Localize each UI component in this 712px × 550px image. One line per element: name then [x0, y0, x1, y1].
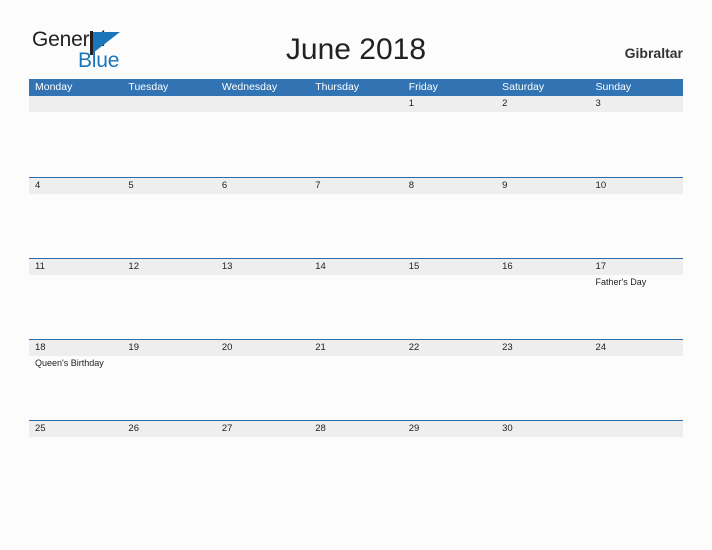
day-cell[interactable]	[29, 96, 122, 177]
day-cell[interactable]: 16	[496, 259, 589, 339]
day-number: 27	[221, 423, 233, 434]
weekday-tuesday: Tuesday	[128, 81, 169, 93]
day-cell[interactable]: 8	[403, 178, 496, 258]
day-cell[interactable]: 13	[216, 259, 309, 339]
day-number: 19	[128, 342, 139, 353]
day-number: 24	[595, 342, 607, 353]
day-number: 29	[408, 423, 420, 434]
day-event: Queen's Birthday	[35, 358, 104, 368]
day-number: 12	[128, 261, 139, 272]
weekday-monday: Monday	[35, 81, 73, 93]
day-cell[interactable]: 1	[403, 96, 496, 177]
day-number: 8	[408, 180, 414, 191]
day-number	[128, 96, 215, 112]
day-cell[interactable]: 2	[496, 96, 589, 177]
calendar-page: General Blue June 2018 Gibraltar Monday …	[0, 0, 712, 550]
day-cell[interactable]: 30	[496, 421, 589, 501]
day-cell[interactable]: 22	[403, 340, 496, 420]
weekday-sunday: Sunday	[595, 81, 632, 93]
day-number	[222, 96, 309, 112]
day-number: 1	[408, 98, 414, 109]
page-header: General Blue June 2018 Gibraltar	[0, 0, 712, 76]
day-cell[interactable]: 9	[496, 178, 589, 258]
day-cell[interactable]: 28	[309, 421, 402, 501]
day-event: Father's Day	[595, 277, 647, 287]
day-number: 28	[315, 423, 326, 434]
day-number: 17	[595, 261, 607, 272]
day-number: 21	[315, 342, 326, 353]
day-number	[596, 421, 683, 437]
day-cell[interactable]	[590, 421, 683, 501]
day-number	[315, 96, 402, 112]
day-number: 5	[128, 180, 134, 191]
day-cell[interactable]: 10	[590, 178, 683, 258]
day-number: 25	[35, 423, 46, 434]
weekday-header-row: Monday Tuesday Wednesday Thursday Friday…	[29, 79, 683, 96]
day-number: 2	[502, 98, 508, 109]
day-number: 16	[502, 261, 513, 272]
day-cell[interactable]: 11	[29, 259, 122, 339]
day-cell[interactable]: 18 Queen's Birthday	[29, 340, 122, 420]
weekday-thursday: Thursday	[315, 81, 360, 93]
day-cell[interactable]	[122, 96, 215, 177]
day-number	[35, 96, 122, 112]
day-number: 30	[502, 423, 513, 434]
week-row: 25 26 27 28 29 30	[29, 420, 683, 501]
week-row: 4 5 6 7 8 9 10	[29, 177, 683, 258]
day-number: 22	[408, 342, 420, 353]
day-cell[interactable]: 7	[309, 178, 402, 258]
day-number: 3	[595, 98, 601, 109]
day-number: 6	[221, 180, 228, 191]
day-number: 20	[221, 342, 233, 353]
day-cell[interactable]: 21	[309, 340, 402, 420]
day-number: 4	[35, 180, 41, 191]
week-row: 18 Queen's Birthday 19 20 21 22 23 24	[29, 339, 683, 420]
week-row: 1 2 3	[29, 96, 683, 177]
day-cell[interactable]: 3	[590, 96, 683, 177]
day-number: 11	[35, 261, 45, 272]
week-row: 11 12 13 14 15 16 17 Father's Day	[29, 258, 683, 339]
day-cell[interactable]: 14	[309, 259, 402, 339]
day-cell[interactable]: 26	[122, 421, 215, 501]
day-number: 13	[221, 261, 233, 272]
day-number: 10	[595, 180, 607, 191]
page-title: June 2018	[285, 33, 427, 66]
day-cell[interactable]: 19	[122, 340, 215, 420]
day-number: 26	[128, 423, 139, 434]
day-cell[interactable]: 25	[29, 421, 122, 501]
day-cell[interactable]: 27	[216, 421, 309, 501]
day-number: 7	[315, 180, 321, 191]
day-cell[interactable]: 4	[29, 178, 122, 258]
day-cell[interactable]: 17 Father's Day	[590, 259, 683, 339]
day-number: 18	[35, 342, 46, 353]
day-cell[interactable]: 29	[403, 421, 496, 501]
day-cell[interactable]: 6	[216, 178, 309, 258]
day-number: 23	[502, 342, 513, 353]
day-number: 15	[408, 261, 420, 272]
day-cell[interactable]	[216, 96, 309, 177]
day-cell[interactable]: 23	[496, 340, 589, 420]
day-cell[interactable]: 5	[122, 178, 215, 258]
locale-label: Gibraltar	[624, 45, 683, 61]
day-number: 9	[502, 180, 508, 191]
day-cell[interactable]	[309, 96, 402, 177]
day-cell[interactable]: 24	[590, 340, 683, 420]
weekday-friday: Friday	[408, 81, 438, 93]
calendar-grid: Monday Tuesday Wednesday Thursday Friday…	[29, 79, 683, 501]
day-cell[interactable]: 12	[122, 259, 215, 339]
weekday-saturday: Saturday	[502, 81, 545, 93]
day-cell[interactable]: 15	[403, 259, 496, 339]
day-cell[interactable]: 20	[216, 340, 309, 420]
day-number: 14	[315, 261, 326, 272]
weekday-wednesday: Wednesday	[221, 81, 278, 93]
